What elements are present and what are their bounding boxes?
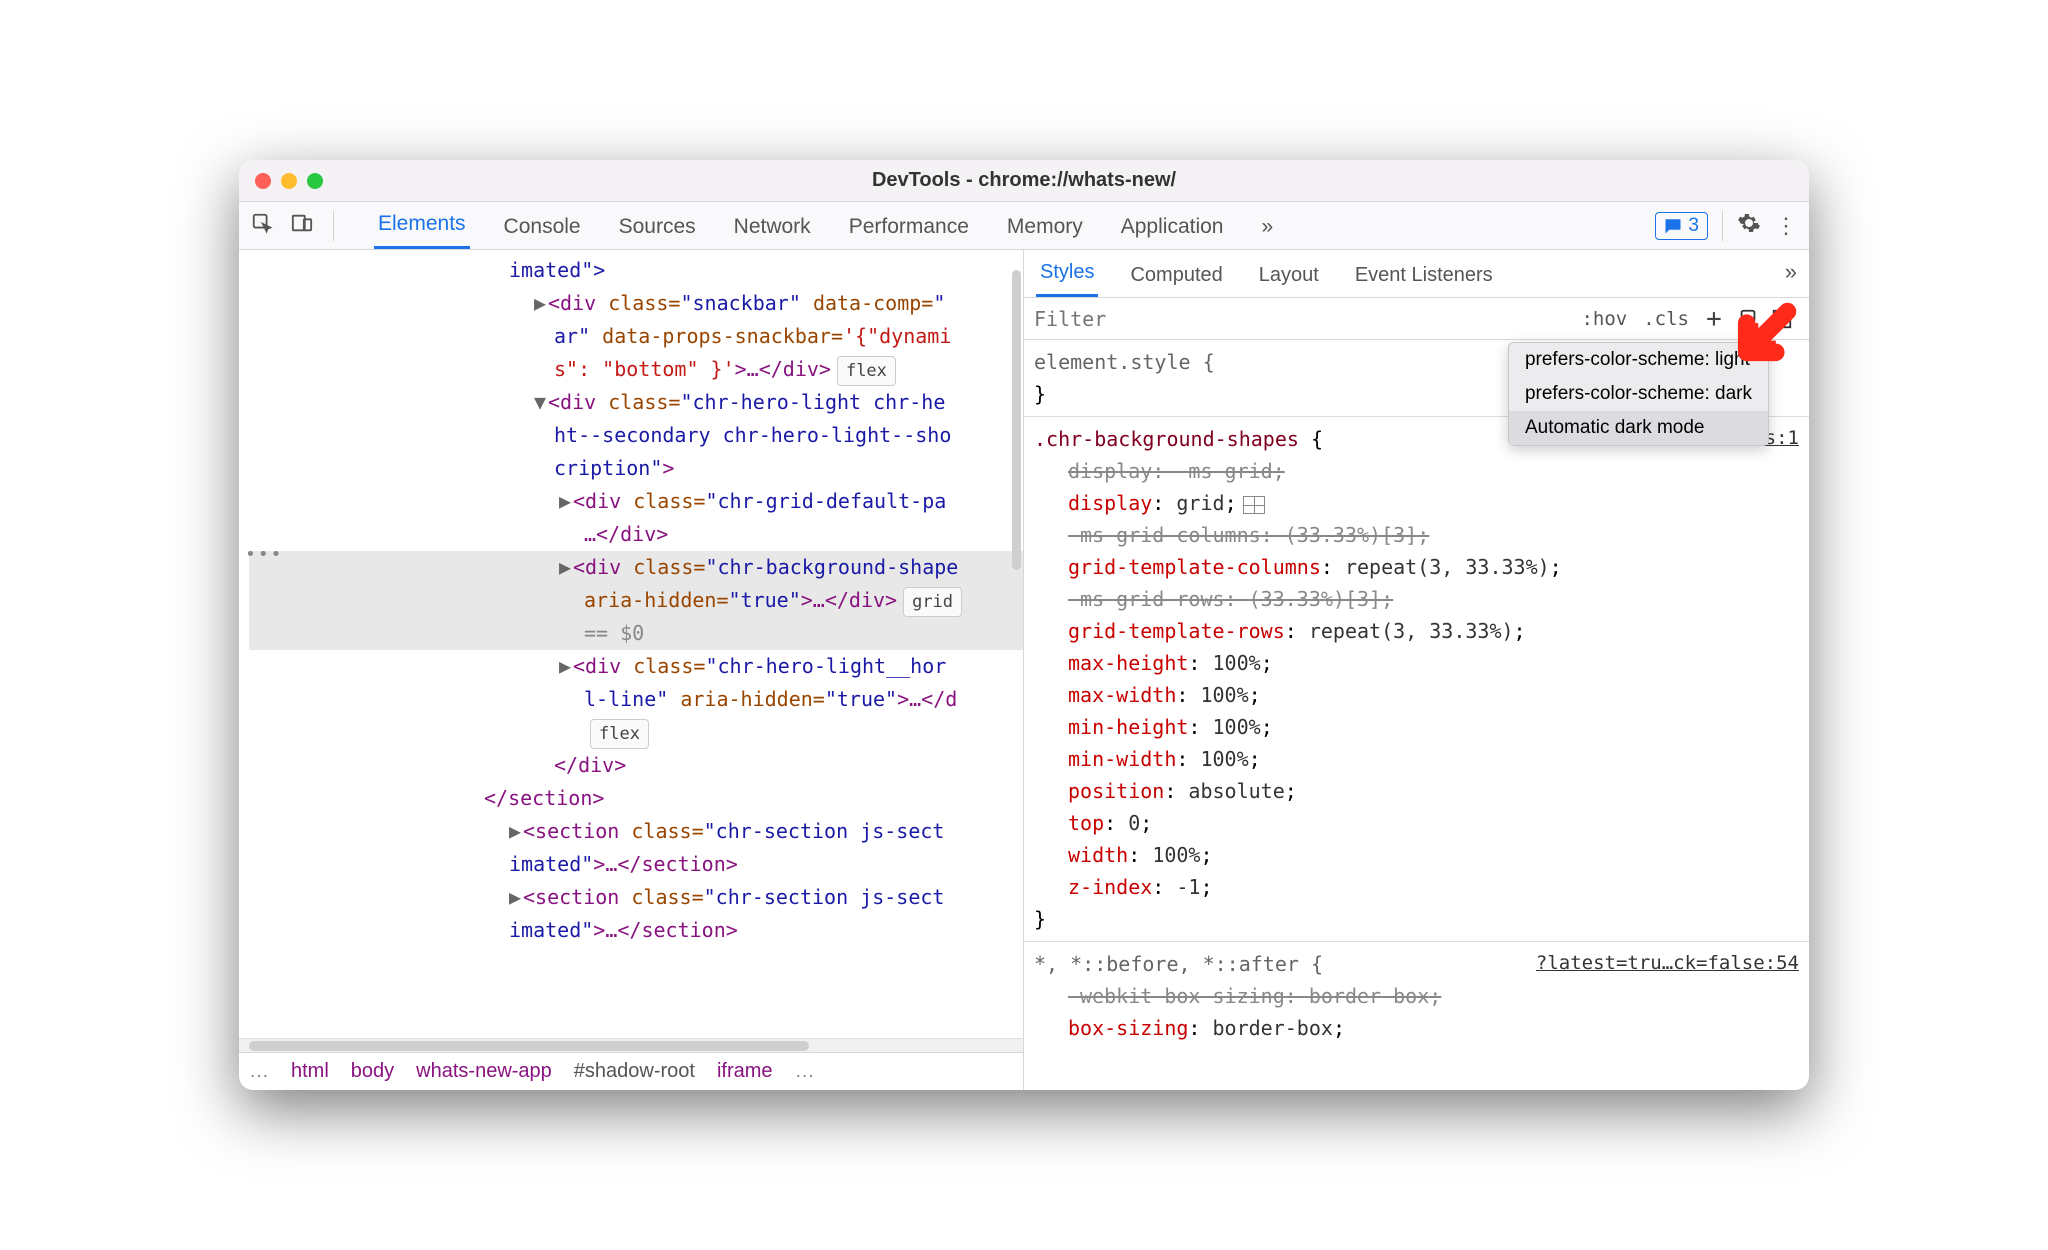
styles-panel: Styles Computed Layout Event Listeners »… (1024, 250, 1809, 1090)
breadcrumb-overflow-left[interactable]: … (249, 1060, 269, 1083)
source-link[interactable]: ?latest=tru…ck=false:54 (1536, 948, 1799, 978)
dom-row: </section> (249, 782, 1023, 815)
css-declaration[interactable]: -webkit-box-sizing: border-box; (1034, 980, 1799, 1012)
css-declaration[interactable]: top: 0; (1034, 807, 1799, 839)
tab-memory[interactable]: Memory (1003, 207, 1087, 249)
feedback-button[interactable]: 3 (1655, 212, 1708, 240)
dom-row: …</div> (249, 518, 1023, 551)
dom-row-selected: == $0 (249, 617, 1023, 650)
css-declaration[interactable]: grid-template-columns: repeat(3, 33.33%)… (1034, 551, 1799, 583)
dom-row: ▶<div class="chr-hero-light__hor (249, 650, 1023, 683)
css-declaration[interactable]: min-width: 100%; (1034, 743, 1799, 775)
more-options-icon[interactable]: ⋮ (1775, 213, 1797, 239)
dom-row-selected: aria-hidden="true">…</div>grid (249, 584, 1023, 617)
dom-row: s": "bottom" }'>…</div>flex (249, 353, 1023, 386)
tabs-overflow-icon[interactable]: » (1257, 207, 1277, 249)
grid-badge[interactable]: grid (903, 587, 962, 617)
dom-row: cription"> (249, 452, 1023, 485)
css-declaration[interactable]: -ms-grid-columns: (33.33%)[3]; (1034, 519, 1799, 551)
flex-badge[interactable]: flex (590, 719, 649, 749)
flex-badge[interactable]: flex (837, 356, 896, 386)
css-declaration[interactable]: -ms-grid-rows: (33.33%)[3]; (1034, 583, 1799, 615)
css-declaration[interactable]: max-width: 100%; (1034, 679, 1799, 711)
dom-row: ▶<div class="snackbar" data-comp=" (249, 287, 1023, 320)
main-toolbar: Elements Console Sources Network Perform… (239, 202, 1809, 250)
styles-subtabs: Styles Computed Layout Event Listeners » (1024, 250, 1809, 298)
tab-console[interactable]: Console (500, 207, 585, 249)
inspect-element-icon[interactable] (251, 212, 273, 239)
subtab-event-listeners[interactable]: Event Listeners (1351, 256, 1497, 297)
popup-item[interactable]: Automatic dark mode (1509, 411, 1768, 445)
gutter-actions-icon[interactable]: ••• (245, 540, 284, 570)
filter-input[interactable] (1034, 307, 1573, 331)
breadcrumb-item[interactable]: body (351, 1060, 394, 1083)
filter-bar: :hov .cls + (1024, 298, 1809, 340)
css-declaration[interactable]: min-height: 100%; (1034, 711, 1799, 743)
scrollbar-thumb[interactable] (1012, 270, 1021, 570)
horizontal-scrollbar[interactable] (239, 1038, 1023, 1052)
dom-row: flex (249, 716, 1023, 749)
main-tabs: Elements Console Sources Network Perform… (374, 202, 1277, 249)
tab-application[interactable]: Application (1117, 207, 1228, 249)
cls-toggle[interactable]: .cls (1635, 308, 1697, 330)
tab-sources[interactable]: Sources (615, 207, 700, 249)
popup-item[interactable]: prefers-color-scheme: light (1509, 343, 1768, 377)
dom-row: ▶<div class="chr-grid-default-pa (249, 485, 1023, 518)
css-declaration[interactable]: display: grid; (1034, 487, 1799, 519)
devtools-window: DevTools - chrome://whats-new/ Elements … (239, 160, 1809, 1090)
dom-row-selected: ▶<div class="chr-background-shape (249, 551, 1023, 584)
subtab-styles[interactable]: Styles (1036, 253, 1098, 297)
elements-panel: ••• imated"> ▶<div class="snackbar" data… (239, 250, 1024, 1090)
subtab-computed[interactable]: Computed (1126, 256, 1226, 297)
css-declaration[interactable]: z-index: -1; (1034, 871, 1799, 903)
rendering-popup: prefers-color-scheme: light prefers-colo… (1508, 342, 1769, 446)
breadcrumb-item[interactable]: whats-new-app (416, 1060, 552, 1083)
breadcrumb-item[interactable]: iframe (717, 1060, 773, 1083)
grid-editor-icon[interactable] (1243, 496, 1265, 514)
popup-item[interactable]: prefers-color-scheme: dark (1509, 377, 1768, 411)
css-declaration[interactable]: box-sizing: border-box; (1034, 1012, 1799, 1044)
dom-row: ▶<section class="chr-section js-sect (249, 881, 1023, 914)
dom-row: l-line" aria-hidden="true">…</d (249, 683, 1023, 716)
subtabs-overflow-icon[interactable]: » (1785, 259, 1797, 289)
dom-row: imated">…</section> (249, 848, 1023, 881)
css-declaration[interactable]: max-height: 100%; (1034, 647, 1799, 679)
breadcrumb-bar: … html body whats-new-app #shadow-root i… (239, 1052, 1023, 1090)
tab-network[interactable]: Network (730, 207, 815, 249)
settings-gear-icon[interactable] (1737, 211, 1761, 240)
breadcrumb-overflow-right[interactable]: … (795, 1060, 815, 1083)
window-title: DevTools - chrome://whats-new/ (239, 169, 1809, 192)
annotation-arrow-icon (1735, 294, 1805, 369)
feedback-count: 3 (1688, 215, 1699, 237)
new-style-rule-icon[interactable]: + (1703, 308, 1725, 330)
dom-row: ar" data-props-snackbar='{"dynami (249, 320, 1023, 353)
breadcrumb-item[interactable]: #shadow-root (574, 1060, 695, 1083)
breadcrumb-item[interactable]: html (291, 1060, 329, 1083)
css-declaration[interactable]: display: -ms-grid; (1034, 455, 1799, 487)
window-titlebar: DevTools - chrome://whats-new/ (239, 160, 1809, 202)
styles-rules[interactable]: element.style { } .chr-background-shapes… (1024, 340, 1809, 1090)
css-declaration[interactable]: width: 100%; (1034, 839, 1799, 871)
dom-row: ▼<div class="chr-hero-light chr-he (249, 386, 1023, 419)
tab-elements[interactable]: Elements (374, 204, 470, 249)
dom-row: imated"> (249, 254, 1023, 287)
device-toggle-icon[interactable] (291, 212, 313, 239)
subtab-layout[interactable]: Layout (1255, 256, 1323, 297)
dom-row: ▶<section class="chr-section js-sect (249, 815, 1023, 848)
tab-performance[interactable]: Performance (845, 207, 973, 249)
dom-row: imated">…</section> (249, 914, 1023, 947)
dom-tree[interactable]: ••• imated"> ▶<div class="snackbar" data… (239, 250, 1023, 1038)
css-declaration[interactable]: grid-template-rows: repeat(3, 33.33%); (1034, 615, 1799, 647)
content-area: ••• imated"> ▶<div class="snackbar" data… (239, 250, 1809, 1090)
hov-toggle[interactable]: :hov (1573, 308, 1635, 330)
css-declaration[interactable]: position: absolute; (1034, 775, 1799, 807)
dom-row: ht--secondary chr-hero-light--sho (249, 419, 1023, 452)
dom-row: </div> (249, 749, 1023, 782)
